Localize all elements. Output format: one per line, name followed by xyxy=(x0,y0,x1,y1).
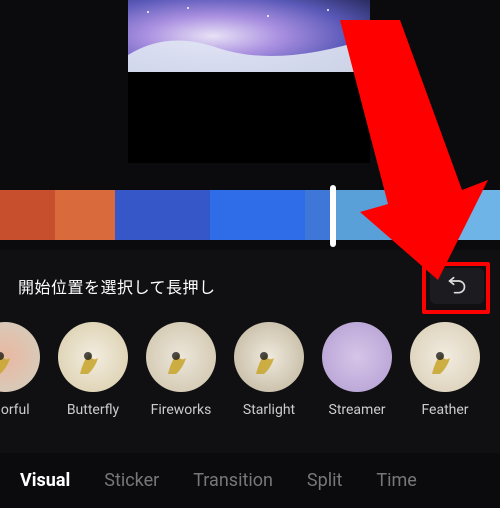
effect-colorful[interactable]: Colorful xyxy=(0,322,40,418)
effect-fireworks[interactable]: Fireworks xyxy=(146,322,216,418)
timeline-segment[interactable] xyxy=(210,190,305,240)
tab-transition[interactable]: Transition xyxy=(193,470,273,491)
preview-black-bar xyxy=(128,72,370,163)
effect-feather[interactable]: Feather xyxy=(410,322,480,418)
timeline-segment[interactable] xyxy=(55,190,115,240)
effect-label: Colorful xyxy=(0,402,30,418)
tab-sticker[interactable]: Sticker xyxy=(104,470,159,491)
video-preview xyxy=(128,0,370,163)
undo-button[interactable] xyxy=(430,268,484,304)
instruction-text: 開始位置を選択して長押し xyxy=(18,274,216,298)
effect-label: Feather xyxy=(421,402,468,418)
tab-time[interactable]: Time xyxy=(376,470,416,491)
timeline[interactable] xyxy=(0,190,500,240)
effect-thumb-starlight xyxy=(234,322,304,392)
timeline-segment[interactable] xyxy=(425,190,500,240)
effect-thumb-fireworks xyxy=(146,322,216,392)
effect-butterfly[interactable]: Butterfly xyxy=(58,322,128,418)
tab-split[interactable]: Split xyxy=(307,470,342,491)
effect-label: Fireworks xyxy=(151,402,212,418)
effect-category-tabs[interactable]: Visual Sticker Transition Split Time xyxy=(0,453,500,508)
effect-starlight[interactable]: Starlight xyxy=(234,322,304,418)
undo-icon xyxy=(446,276,468,296)
preview-frame-image xyxy=(128,0,370,72)
effect-label: Streamer xyxy=(329,402,386,418)
effect-label: Starlight xyxy=(243,402,295,418)
timeline-segment[interactable] xyxy=(115,190,210,240)
timeline-segment[interactable] xyxy=(0,190,55,240)
effect-streamer[interactable]: Streamer xyxy=(322,322,392,418)
effect-thumb-butterfly xyxy=(58,322,128,392)
effects-strip[interactable]: Colorful Butterfly Fireworks Starlight Strea… xyxy=(0,314,500,418)
timeline-playhead[interactable] xyxy=(330,185,336,247)
effect-label: Butterfly xyxy=(67,402,119,418)
tab-visual[interactable]: Visual xyxy=(20,470,70,491)
effect-thumb-feather xyxy=(410,322,480,392)
effect-thumb-colorful xyxy=(0,322,40,392)
timeline-segment[interactable] xyxy=(335,190,425,240)
effect-thumb-streamer xyxy=(322,322,392,392)
